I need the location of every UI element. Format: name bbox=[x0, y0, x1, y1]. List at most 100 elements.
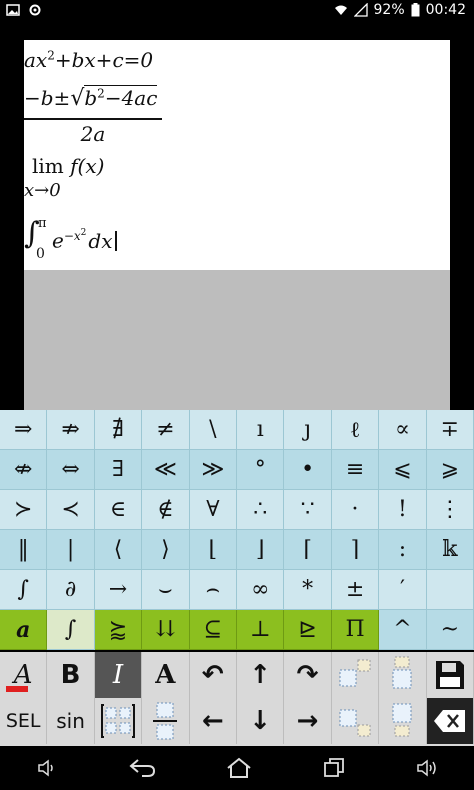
battery-percent: 92% bbox=[373, 2, 405, 18]
key-integral[interactable]: ∫ bbox=[0, 570, 48, 610]
category-big-operators[interactable]: Π bbox=[331, 610, 380, 650]
category-integrals[interactable]: ∫ bbox=[47, 610, 95, 650]
key-factorial[interactable]: ! bbox=[379, 490, 427, 530]
select-button[interactable]: SEL bbox=[0, 698, 48, 744]
key-double-struck-k[interactable]: 𝕜 bbox=[426, 530, 474, 570]
key-ell[interactable]: ℓ bbox=[331, 410, 380, 450]
key-in[interactable]: ∈ bbox=[94, 490, 143, 530]
key-vdots[interactable]: ⋮ bbox=[426, 490, 474, 530]
key-backslash[interactable]: \ bbox=[189, 410, 238, 450]
key-rangle[interactable]: ⟩ bbox=[142, 530, 190, 570]
italic-button[interactable]: I bbox=[94, 652, 143, 698]
key-langle[interactable]: ⟨ bbox=[94, 530, 143, 570]
insert-fraction-button[interactable] bbox=[142, 698, 190, 744]
matrix-icon bbox=[100, 704, 135, 738]
insert-superscript-button[interactable] bbox=[332, 652, 380, 698]
key-plus-minus[interactable]: ± bbox=[331, 570, 380, 610]
equation-quadratic[interactable]: ax2+bx+c=0 bbox=[24, 48, 153, 72]
key-geqslant[interactable]: ⩾ bbox=[426, 450, 474, 490]
key-smile[interactable]: ⌣ bbox=[142, 570, 190, 610]
back-icon[interactable] bbox=[128, 758, 156, 778]
key-not-equal[interactable]: ≠ bbox=[142, 410, 190, 450]
category-arrows[interactable]: ⇊ bbox=[142, 610, 190, 650]
denominator: 2a bbox=[80, 121, 106, 146]
key-forall[interactable]: ∀ bbox=[189, 490, 238, 530]
signal-icon bbox=[353, 3, 368, 17]
category-operators[interactable]: ⊥ bbox=[237, 610, 285, 650]
key-blank[interactable] bbox=[426, 570, 474, 610]
term-ax: ax bbox=[24, 48, 48, 72]
functions-button[interactable]: sin bbox=[47, 698, 95, 744]
key-not-iff[interactable]: ⇎ bbox=[0, 450, 48, 490]
key-iff[interactable]: ⇔ bbox=[47, 450, 95, 490]
category-sets[interactable]: ⊆ bbox=[189, 610, 238, 650]
key-exists[interactable]: ∃ bbox=[94, 450, 143, 490]
key-dotless-i[interactable]: ı bbox=[237, 410, 285, 450]
key-propto[interactable]: ∝ bbox=[379, 410, 427, 450]
key-right-arrow[interactable]: → bbox=[94, 570, 143, 610]
move-left-button[interactable]: ← bbox=[190, 698, 237, 744]
key-degree[interactable]: ° bbox=[237, 450, 285, 490]
text-color-button[interactable]: A bbox=[0, 652, 48, 698]
key-therefore[interactable]: ∴ bbox=[237, 490, 285, 530]
math-editor[interactable]: ax2+bx+c=0 −b±√b2−4ac 2a lim f(x) x→0 ∫ … bbox=[24, 40, 450, 270]
equation-quadratic-formula[interactable]: −b±√b2−4ac 2a bbox=[24, 85, 164, 146]
key-asterisk[interactable]: * bbox=[284, 570, 332, 610]
equation-integral[interactable]: ∫ π 0 e−x2 dx bbox=[24, 216, 164, 266]
insert-matrix-button[interactable] bbox=[95, 698, 143, 744]
category-letters[interactable]: a bbox=[0, 610, 48, 650]
key-dotless-j[interactable]: ȷ bbox=[284, 410, 332, 450]
category-tilde[interactable]: ~ bbox=[426, 610, 474, 650]
redo-button[interactable]: ↷ bbox=[284, 652, 332, 698]
key-rceil[interactable]: ⌉ bbox=[331, 530, 380, 570]
move-right-button[interactable]: → bbox=[284, 698, 332, 744]
key-frown[interactable]: ⌢ bbox=[189, 570, 238, 610]
recent-apps-icon[interactable] bbox=[322, 756, 346, 780]
key-double-bar[interactable]: ‖ bbox=[0, 530, 48, 570]
insert-under-button[interactable] bbox=[379, 698, 427, 744]
key-prec[interactable]: ≺ bbox=[47, 490, 95, 530]
key-cdot[interactable]: · bbox=[331, 490, 380, 530]
undo-button[interactable]: ↶ bbox=[190, 652, 237, 698]
move-up-button[interactable]: ↑ bbox=[237, 652, 285, 698]
font-style-button[interactable]: A bbox=[142, 652, 190, 698]
key-bullet[interactable]: • bbox=[284, 450, 332, 490]
key-not-implies[interactable]: ⇏ bbox=[47, 410, 95, 450]
key-rfloor[interactable]: ⌋ bbox=[237, 530, 285, 570]
key-equiv[interactable]: ≡ bbox=[331, 450, 380, 490]
volume-down-icon[interactable] bbox=[35, 756, 59, 780]
category-accents[interactable]: ^ bbox=[379, 610, 427, 650]
key-because[interactable]: ∵ bbox=[284, 490, 332, 530]
delete-button[interactable] bbox=[426, 698, 474, 744]
radicand-exponent: 2 bbox=[97, 86, 105, 101]
save-button[interactable] bbox=[427, 652, 474, 698]
key-bar[interactable]: | bbox=[47, 530, 95, 570]
key-not-exists[interactable]: ∄ bbox=[94, 410, 143, 450]
key-minus-plus[interactable]: ∓ bbox=[426, 410, 474, 450]
clock: 00:42 bbox=[425, 2, 466, 18]
volume-up-icon[interactable] bbox=[415, 756, 439, 780]
key-leqslant[interactable]: ⩽ bbox=[379, 450, 427, 490]
key-lfloor[interactable]: ⌊ bbox=[189, 530, 238, 570]
category-relations[interactable]: ⪸ bbox=[94, 610, 143, 650]
key-lceil[interactable]: ⌈ bbox=[284, 530, 332, 570]
key-much-less[interactable]: ≪ bbox=[142, 450, 190, 490]
key-prime[interactable]: ′ bbox=[379, 570, 427, 610]
home-icon[interactable] bbox=[225, 756, 253, 780]
key-implies[interactable]: ⇒ bbox=[0, 410, 48, 450]
move-down-button[interactable]: ↓ bbox=[237, 698, 285, 744]
numerator-prefix: −b± bbox=[24, 86, 71, 110]
key-infinity[interactable]: ∞ bbox=[237, 570, 285, 610]
key-partial[interactable]: ∂ bbox=[47, 570, 95, 610]
bold-button[interactable]: B bbox=[47, 652, 95, 698]
key-much-greater[interactable]: ≫ bbox=[189, 450, 238, 490]
key-succ[interactable]: ≻ bbox=[0, 490, 48, 530]
editing-toolbar: A B I A ↶ ↑ ↷ SEL sin ← ↓ → bbox=[0, 652, 474, 746]
equation-limit[interactable]: lim f(x) x→0 bbox=[24, 154, 104, 201]
category-triangles[interactable]: ⊵ bbox=[284, 610, 332, 650]
key-not-in[interactable]: ∉ bbox=[142, 490, 190, 530]
status-bar: 92% 00:42 bbox=[0, 0, 474, 24]
insert-subscript-button[interactable] bbox=[332, 698, 380, 744]
insert-stacked-button[interactable] bbox=[379, 652, 427, 698]
key-colon[interactable]: : bbox=[379, 530, 427, 570]
